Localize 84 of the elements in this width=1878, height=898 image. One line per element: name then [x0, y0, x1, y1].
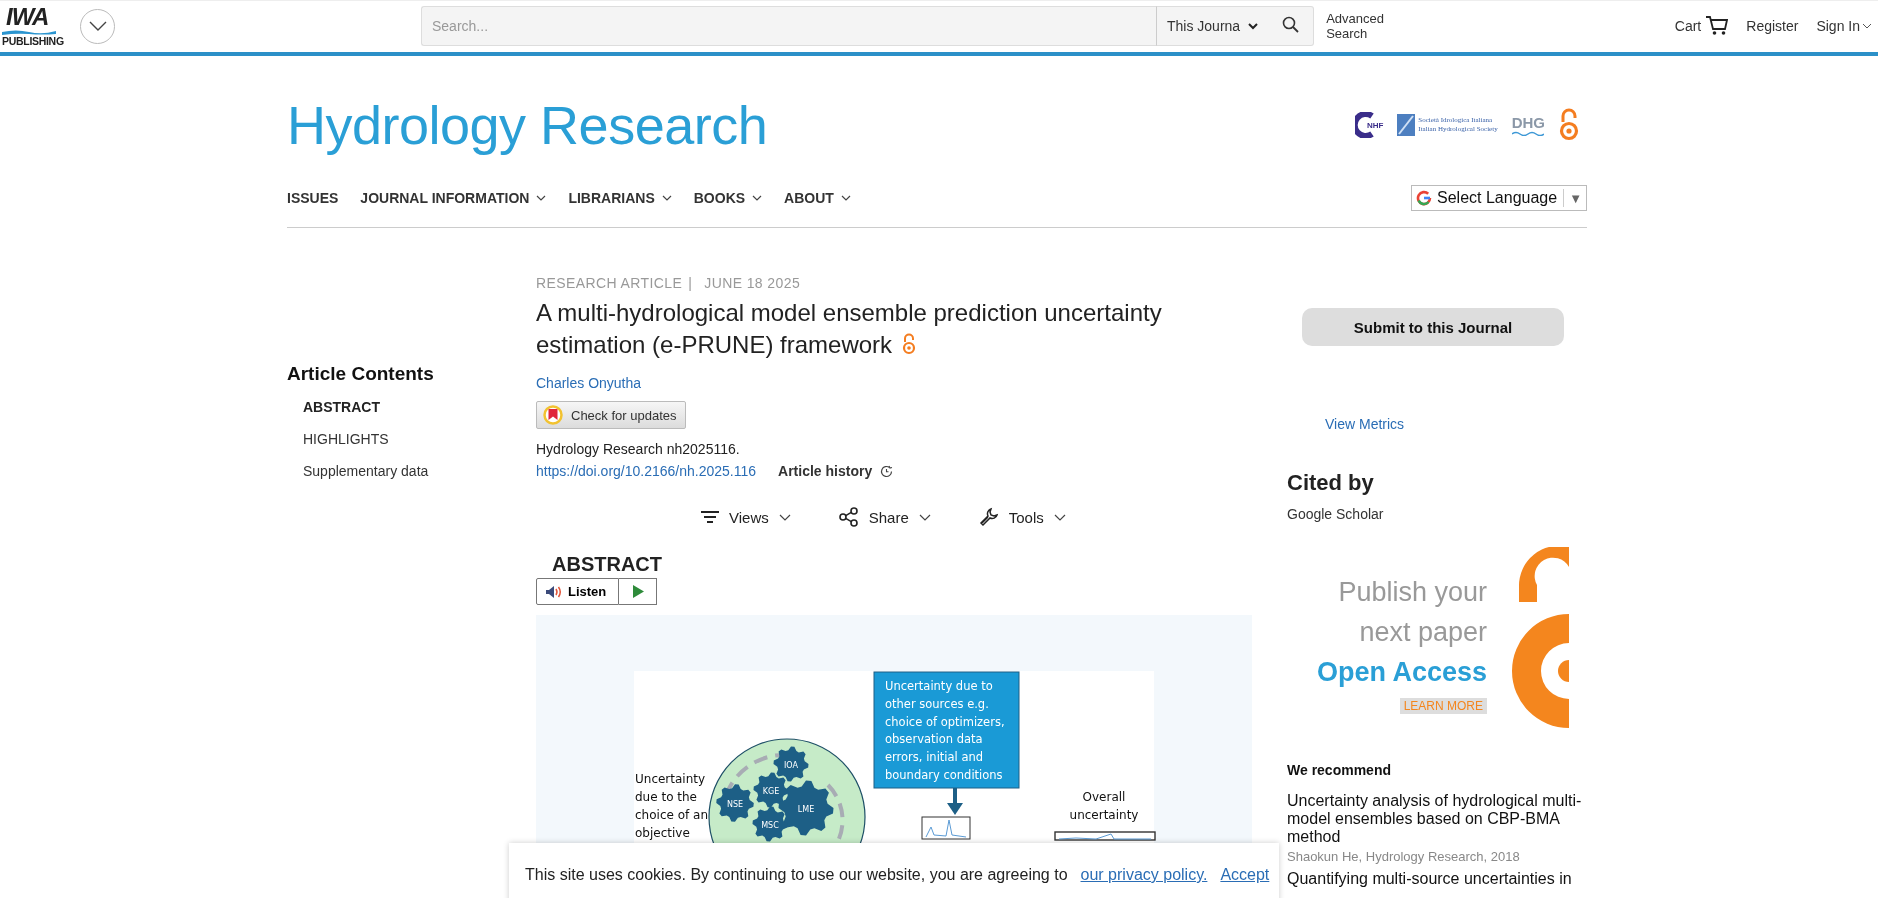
- register-link[interactable]: Register: [1746, 18, 1799, 34]
- chevron-down-icon[interactable]: [88, 21, 107, 31]
- privacy-policy-link[interactable]: our privacy policy.: [1080, 866, 1208, 884]
- search-button[interactable]: [1268, 6, 1315, 46]
- section-heading: ABSTRACT: [552, 552, 662, 576]
- history-icon[interactable]: [880, 464, 894, 478]
- metric-gear: KGE: [753, 772, 789, 808]
- nav-item[interactable]: JOURNAL INFORMATION: [360, 190, 547, 206]
- cart-icon[interactable]: [1706, 16, 1729, 36]
- google-scholar-link[interactable]: Google Scholar: [1287, 506, 1384, 522]
- caret-icon[interactable]: [1862, 23, 1872, 29]
- filter-icon[interactable]: [701, 510, 719, 524]
- caret-icon[interactable]: [1248, 22, 1259, 30]
- caret-icon[interactable]: [661, 195, 672, 201]
- logo-subtitle: PUBLISHING: [2, 34, 64, 48]
- google-icon: [1416, 190, 1432, 206]
- sign-in-link[interactable]: Sign In: [1816, 18, 1860, 34]
- wrench-icon[interactable]: [978, 507, 999, 527]
- nav-item[interactable]: ISSUES: [287, 190, 339, 206]
- language-select[interactable]: Select Language: [1437, 189, 1565, 207]
- contents-link[interactable]: Supplementary data: [303, 461, 536, 481]
- down-arrow: [947, 788, 963, 815]
- recommendation-source: Shaokun He, Hydrology Research, 2018: [1287, 849, 1520, 864]
- nav-item[interactable]: ABOUT: [784, 190, 851, 206]
- tool-menu-button[interactable]: Views: [701, 507, 791, 527]
- separator: |: [688, 274, 693, 293]
- recommendation-link[interactable]: Uncertainty analysis of hydrological multi-model ensembles based on CBP-BMA method: [1287, 792, 1587, 846]
- metric-gear: IOA: [773, 746, 809, 782]
- section-heading: Article Contents: [287, 363, 435, 385]
- article-type: RESEARCH ARTICLE: [536, 274, 683, 293]
- dropdown-arrow[interactable]: ▼: [1569, 190, 1582, 206]
- nav-item[interactable]: LIBRARIANS: [568, 190, 672, 206]
- open-access-icon: [1509, 547, 1569, 730]
- contents-link[interactable]: HIGHLIGHTS: [303, 429, 536, 449]
- play-button[interactable]: [619, 578, 658, 605]
- section-heading: Cited by: [1287, 470, 1374, 496]
- contents-link[interactable]: ABSTRACT: [303, 397, 536, 417]
- submit-button[interactable]: Submit to this Journal: [1302, 308, 1564, 346]
- share-icon[interactable]: [838, 507, 859, 527]
- search-field[interactable]: Search...: [421, 6, 1156, 46]
- tool-menu-button[interactable]: Tools: [978, 507, 1066, 527]
- bookmark-icon[interactable]: [543, 405, 563, 425]
- open-access-icon: [1559, 108, 1579, 142]
- cookie-text: This site uses cookies. By continuing to use our website, you are agreeing to: [525, 866, 1068, 884]
- view-metrics-link[interactable]: View Metrics: [1325, 416, 1405, 432]
- ad-text: next paper: [1359, 616, 1487, 649]
- metric-gear: MSC: [752, 806, 788, 842]
- accept-link[interactable]: Accept: [1220, 866, 1270, 884]
- author-link[interactable]: Charles Onyutha: [536, 375, 642, 391]
- speaker-icon[interactable]: [545, 584, 563, 599]
- society-logo: NHF: [1354, 112, 1384, 138]
- diagram-label: Overall uncertainty: [1069, 790, 1139, 822]
- article-title: A multi-hydrological model ensemble prediction uncertainty estimation (e-PRUNE) framework: [536, 298, 1163, 360]
- diagram-label: Uncertainty due to the choice of an objective: [635, 772, 708, 840]
- doi-link[interactable]: https://doi.org/10.2166/nh.2025.116: [536, 463, 757, 479]
- caret-icon[interactable]: [1053, 513, 1066, 521]
- ad-headline: Open Access: [1316, 656, 1487, 689]
- metric-gear: LME: [778, 780, 834, 836]
- advanced-search-link[interactable]: Advanced Search: [1326, 11, 1397, 41]
- callout-box: Uncertainty due to other sources e.g. choice of optimizers, observation data errors, initial and boundary conditions: [873, 671, 1020, 789]
- citation-text: Hydrology Research nh2025116.: [536, 441, 740, 457]
- section-heading: We recommend: [1287, 762, 1391, 778]
- cart-link[interactable]: Cart: [1674, 18, 1702, 34]
- caret-icon[interactable]: [840, 195, 851, 201]
- publication-date: JUNE 18 2025: [704, 274, 801, 293]
- wave-icon: [2, 28, 56, 35]
- nav-item[interactable]: BOOKS: [693, 190, 763, 206]
- play-icon[interactable]: [631, 585, 644, 598]
- ad-text: Publish your: [1338, 576, 1487, 609]
- check-updates-button[interactable]: Check for updates: [536, 401, 686, 429]
- recommendation-link[interactable]: Quantifying multi-source uncertainties in: [1287, 870, 1587, 888]
- hydrograph-drawing: [921, 816, 971, 840]
- caret-icon[interactable]: [536, 195, 547, 201]
- caret-icon[interactable]: [752, 195, 763, 201]
- society-logo: DHG: [1511, 114, 1545, 136]
- search-icon[interactable]: [1282, 16, 1300, 33]
- tool-menu-button[interactable]: Share: [838, 507, 931, 527]
- metric-gear: NSE: [716, 784, 754, 822]
- listen-button[interactable]: Listen: [536, 578, 620, 605]
- logo-text[interactable]: IWA: [2, 4, 49, 29]
- scope-dropdown[interactable]: This Journa: [1156, 6, 1269, 46]
- caret-icon[interactable]: [918, 513, 931, 521]
- caret-icon[interactable]: [778, 513, 791, 521]
- article-history-link[interactable]: Article history: [778, 463, 873, 479]
